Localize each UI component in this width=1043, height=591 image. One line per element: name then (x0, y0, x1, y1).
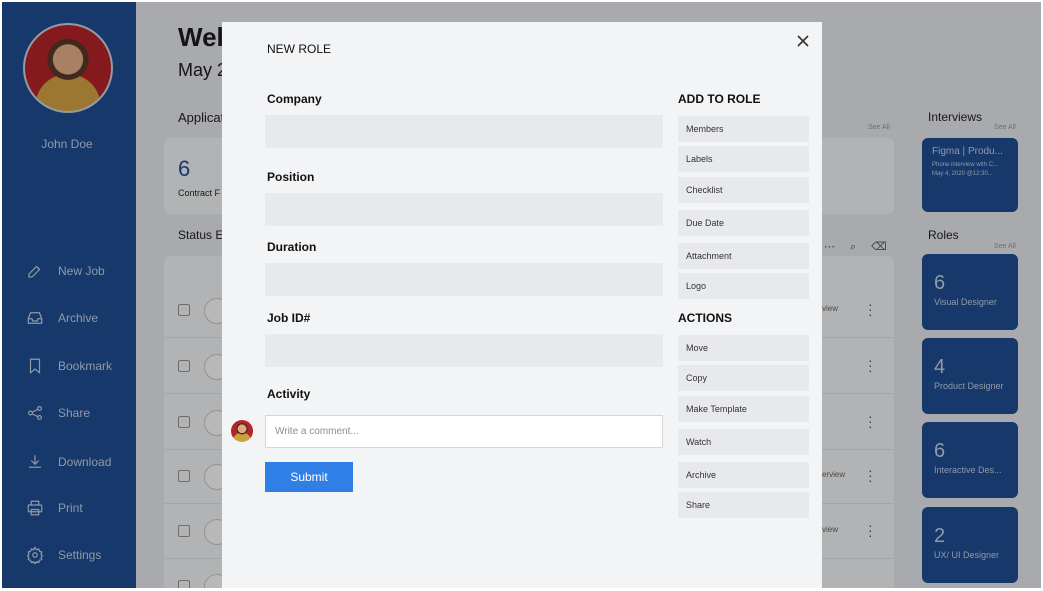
logo-button[interactable]: Logo (678, 273, 809, 299)
company-label: Company (267, 92, 322, 106)
actions-heading: ACTIONS (678, 311, 732, 325)
archive-button[interactable]: Archive (678, 462, 809, 488)
checklist-button[interactable]: Checklist (678, 177, 809, 203)
new-role-modal: NEW ROLE Company Position Duration Job I… (222, 22, 822, 588)
duration-label: Duration (267, 240, 317, 254)
activity-label: Activity (267, 387, 311, 401)
modal-title: NEW ROLE (267, 42, 332, 56)
due-date-button[interactable]: Due Date (678, 210, 809, 236)
job-id-label: Job ID# (267, 311, 311, 325)
job-id-field[interactable] (265, 334, 663, 367)
make-template-button[interactable]: Make Template (678, 396, 809, 422)
company-field[interactable] (265, 115, 663, 148)
duration-field[interactable] (265, 263, 663, 296)
close-icon (797, 35, 809, 47)
app-frame: John Doe New Job Archive Bookmark Share … (2, 2, 1041, 588)
position-label: Position (267, 170, 315, 184)
close-button[interactable] (794, 32, 812, 50)
submit-button[interactable]: Submit (265, 462, 353, 492)
commenter-avatar (231, 420, 253, 442)
position-field[interactable] (265, 193, 663, 226)
move-button[interactable]: Move (678, 335, 809, 361)
share-button[interactable]: Share (678, 492, 809, 518)
members-button[interactable]: Members (678, 116, 809, 142)
watch-button[interactable]: Watch (678, 429, 809, 455)
attachment-button[interactable]: Attachment (678, 243, 809, 269)
copy-button[interactable]: Copy (678, 365, 809, 391)
comment-input[interactable] (265, 415, 663, 448)
add-to-role-heading: ADD TO ROLE (678, 92, 761, 106)
labels-button[interactable]: Labels (678, 146, 809, 172)
